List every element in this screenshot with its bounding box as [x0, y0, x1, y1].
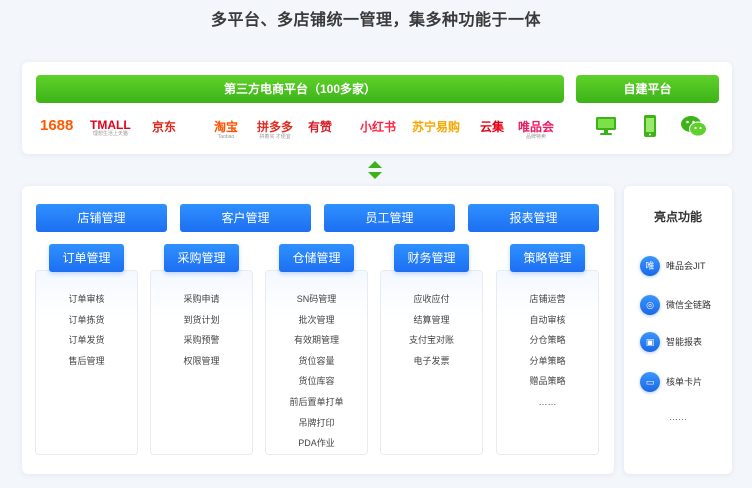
feature-item: 采购申请 [183, 294, 220, 304]
feature-item: SN码管理 [296, 294, 337, 304]
feature-item: 前后置单打单 [289, 396, 344, 407]
highlights-panel: 亮点功能 唯唯品会JIT ◎ 微信全链路 ▣ 智能报表 ▭ 核单卡片 …… [624, 186, 732, 474]
wechat-icon [680, 114, 708, 143]
page-title: 多平台、多店铺统一管理，集多种功能于一体 [210, 12, 541, 29]
platform-logo-subtext: 品牌特卖 [526, 134, 547, 140]
highlight-label: 微信全链路 [666, 300, 712, 310]
feature-item: 货位库容 [298, 376, 335, 387]
platform-logo: 京东 [152, 118, 176, 135]
chat-icon: ◎ [640, 295, 660, 315]
highlight-label: 智能报表 [666, 337, 703, 347]
column-title-tab[interactable]: 采购管理 [164, 244, 239, 272]
feature-list: 店铺运营自动审核分仓策略分单策略赠品策略 …… [497, 289, 598, 413]
highlight-label: 核单卡片 [666, 377, 703, 387]
platform-logo: 苏宁易购 [412, 118, 460, 135]
platform-logo-text: TMALL [90, 118, 131, 132]
feature-list: 应收应付结算管理支付宝对账电子发票 [381, 289, 482, 371]
platform-logo: 有赞 [308, 118, 332, 135]
highlights-title: 亮点功能 [653, 210, 702, 224]
feature-item: PDA作业 [298, 438, 335, 449]
feature-item: 售后管理 [68, 355, 105, 366]
column-title-tab[interactable]: 策略管理 [510, 244, 585, 272]
feature-item: 订单拣货 [68, 314, 105, 325]
vip-icon: 唯 [640, 256, 660, 276]
feature-item: 分仓策略 [529, 335, 566, 346]
platform-logo: TMALL 理想生活上天猫 [90, 118, 131, 137]
module-header[interactable]: 店铺管理 [36, 204, 167, 232]
platform-logo-text: 拼多多 [257, 120, 294, 134]
modules-panel: 店铺管理 客户管理 员工管理 报表管理 订单审核 订单拣货 订单发货 售后管理 订单管理 采购申请… [22, 186, 614, 474]
platform-logo: 云集 [480, 118, 504, 135]
platform-logo: 唯品会 品牌特卖 [518, 118, 554, 140]
platform-logo: 拼多多 拼着买 才便宜 [257, 118, 293, 140]
column-title-tab[interactable]: 仓储管理 [279, 244, 354, 272]
platform-panel: 第三方电商平台（100多家） 自建平台 1688 TMALL 理想生活上天猫 京东 淘宝… [22, 62, 732, 154]
highlight-label: 唯品会JIT [666, 261, 706, 271]
feature-item: 分单策略 [529, 355, 566, 366]
feature-item: 批次管理 [298, 314, 335, 325]
feature-item: …… [538, 396, 557, 407]
module-header[interactable]: 员工管理 [324, 204, 455, 232]
platform-logo: 小红书 [360, 118, 396, 135]
report-icon: ▣ [640, 332, 660, 352]
highlight-item[interactable]: ▣ 智能报表 [640, 332, 730, 352]
feature-item: 吊牌打印 [298, 417, 335, 428]
feature-item: 货位容量 [298, 355, 335, 366]
highlight-item[interactable]: 唯唯品会JIT [640, 256, 730, 276]
platform-logo-text: 京东 [152, 120, 177, 134]
platform-logo: 1688 [40, 117, 73, 134]
highlights-more: …… [669, 412, 687, 422]
feature-item: 结算管理 [413, 314, 450, 325]
feature-item: 支付宝对账 [408, 335, 454, 346]
feature-item: 采购预警 [183, 335, 220, 346]
platform-logo-text: 唯品会 [518, 120, 555, 134]
bidirectional-arrow-icon [368, 161, 382, 179]
column-title-tab[interactable]: 订单管理 [49, 244, 124, 272]
feature-column: 店铺运营自动审核分仓策略分单策略赠品策略 …… [496, 270, 599, 455]
feature-item: 店铺运营 [529, 294, 566, 304]
feature-column: 采购申请到货计划采购预警权限管理 [150, 270, 253, 455]
feature-item: 到货计划 [183, 314, 220, 325]
feature-column: 订单审核订单拣货订单发货售后管理 [35, 270, 138, 455]
feature-list: 采购申请到货计划采购预警权限管理 [151, 289, 252, 371]
platform-logo-subtext: 理想生活上天猫 [92, 131, 128, 137]
feature-item: 自动审核 [529, 314, 566, 325]
highlight-item[interactable]: ◎ 微信全链路 [640, 295, 730, 315]
feature-item: 订单发货 [68, 335, 105, 346]
platform-logos: 1688 TMALL 理想生活上天猫 京东 淘宝 Taobao 拼多多 拼着买 才便宜 有赞 小红… [36, 114, 571, 140]
feature-item: 订单审核 [68, 294, 105, 304]
platform-logo-text: 1688 [40, 117, 74, 134]
highlight-item[interactable]: ▭ 核单卡片 [640, 372, 730, 392]
feature-list: SN码管理批次管理有效期管理货位容量货位库容前后置单打单 吊牌打印 PDA作业 [266, 289, 367, 454]
feature-item: 电子发票 [413, 355, 450, 366]
feature-item: 应收应付 [413, 294, 450, 304]
platform-logo-text: 苏宁易购 [412, 120, 461, 134]
platform-logo-text: 淘宝 [214, 120, 239, 134]
feature-item: 权限管理 [183, 355, 220, 366]
platform-logo-subtext: Taobao [217, 134, 235, 140]
module-header[interactable]: 报表管理 [468, 204, 599, 232]
feature-item: 有效期管理 [293, 335, 339, 346]
platform-logo: 淘宝 Taobao [214, 118, 238, 140]
card-icon: ▭ [640, 372, 660, 392]
third-party-platform-bar: 第三方电商平台（100多家） [36, 75, 564, 103]
platform-logo-text: 云集 [480, 120, 505, 134]
self-platform-icons [576, 112, 719, 142]
feature-column: SN码管理批次管理有效期管理货位容量货位库容前后置单打单 吊牌打印 PDA作业 [265, 270, 368, 455]
self-built-platform-bar: 自建平台 [576, 75, 719, 103]
desktop-icon [594, 114, 618, 143]
module-header[interactable]: 客户管理 [180, 204, 311, 232]
mobile-icon [638, 114, 662, 143]
feature-item: 赠品策略 [529, 376, 566, 387]
platform-logo-text: 小红书 [360, 120, 397, 134]
column-title-tab[interactable]: 财务管理 [394, 244, 469, 272]
feature-column: 应收应付结算管理支付宝对账电子发票 [380, 270, 483, 455]
feature-list: 订单审核订单拣货订单发货售后管理 [36, 289, 137, 371]
platform-logo-subtext: 拼着买 才便宜 [259, 134, 291, 140]
platform-logo-text: 有赞 [308, 120, 333, 134]
